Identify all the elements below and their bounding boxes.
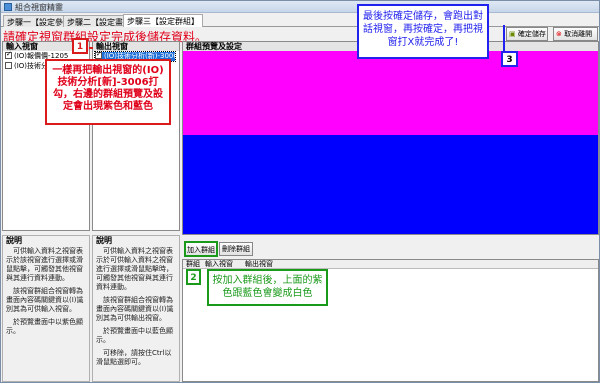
checkbox-unchecked[interactable] — [5, 62, 12, 69]
annotation-1-callout: 一樣再把輸出視窗的(IO)技術分析[新]-3006打勾，右邊的群組預覽及設定會出… — [45, 59, 171, 125]
input-desc-header: 說明 — [6, 236, 22, 245]
output-description-panel: 說明 可供輸入資料之視窗表示於可供輸入資料之視窗進行選擇或滑鼠點擊時，可觸發其他… — [92, 235, 180, 382]
annotation-3-callout: 最後按確定儲存，會跑出對話視窗，再按確定，再把視窗打X就完成了! — [357, 4, 489, 59]
col-input-window: 輸入視窗 — [205, 260, 233, 268]
output-panel-header: 輸出視窗 — [93, 42, 179, 51]
annotation-2-callout: 按加入群組後，上面的紫色跟藍色會變成白色 — [207, 269, 328, 306]
checkbox-checked[interactable] — [5, 50, 12, 59]
annotation-3-number: 3 — [501, 51, 518, 67]
cancel-button[interactable]: ⊗ 取消離開 — [553, 27, 598, 41]
title-bar: 組合視窗精靈 — [1, 1, 599, 13]
preview-input-region-magenta — [183, 51, 598, 135]
window-title: 組合視窗精靈 — [15, 3, 63, 12]
col-group: 群組 — [186, 260, 200, 268]
col-output-window: 輸出視窗 — [245, 260, 273, 268]
input-desc-body: 可供輸入資料之視窗表示於該視窗進行選擇或滑鼠點擊，可觸發其他視窗與其連行資料連動… — [6, 247, 84, 335]
input-description-panel: 說明 可供輸入資料之視窗表示於該視窗進行選擇或滑鼠點擊，可觸發其他視窗與其連行資… — [2, 235, 90, 382]
checkbox-checked[interactable] — [95, 50, 102, 59]
group-preview-panel: 群組預覽及設定 — [182, 41, 599, 235]
remove-group-button[interactable]: 刪除群組 — [219, 242, 253, 256]
table-header: 群組 輸入視窗 輸出視窗 — [183, 260, 598, 269]
output-desc-header: 說明 — [96, 236, 112, 245]
annotation-1-number: 1 — [72, 38, 88, 54]
wizard-window: 組合視窗精靈 步驟一【設定參數】 步驟二【設定畫面】 步驟三【設定群組】 請確定… — [0, 0, 600, 383]
output-desc-body: 可供輸入資料之視窗表示於可供輸入資料之視窗進行選擇或滑鼠點擊時，可觸發其他視窗與… — [96, 247, 174, 366]
add-group-button[interactable]: 加入群組 — [184, 241, 218, 257]
preview-output-region-blue — [183, 135, 598, 234]
annotation-1-connector — [89, 47, 93, 49]
tab-step-3[interactable]: 步驟三【設定群組】 — [123, 14, 203, 27]
annotation-3-connector — [503, 25, 505, 51]
step-tabs: 步驟一【設定參數】 步驟二【設定畫面】 步驟三【設定群組】 — [1, 14, 599, 27]
save-icon: ▣ — [509, 30, 516, 38]
save-button[interactable]: ▣ 確定儲存 — [506, 27, 548, 41]
annotation-2-number: 2 — [186, 269, 201, 285]
app-icon — [4, 3, 12, 11]
cancel-icon: ⊗ — [556, 30, 562, 38]
